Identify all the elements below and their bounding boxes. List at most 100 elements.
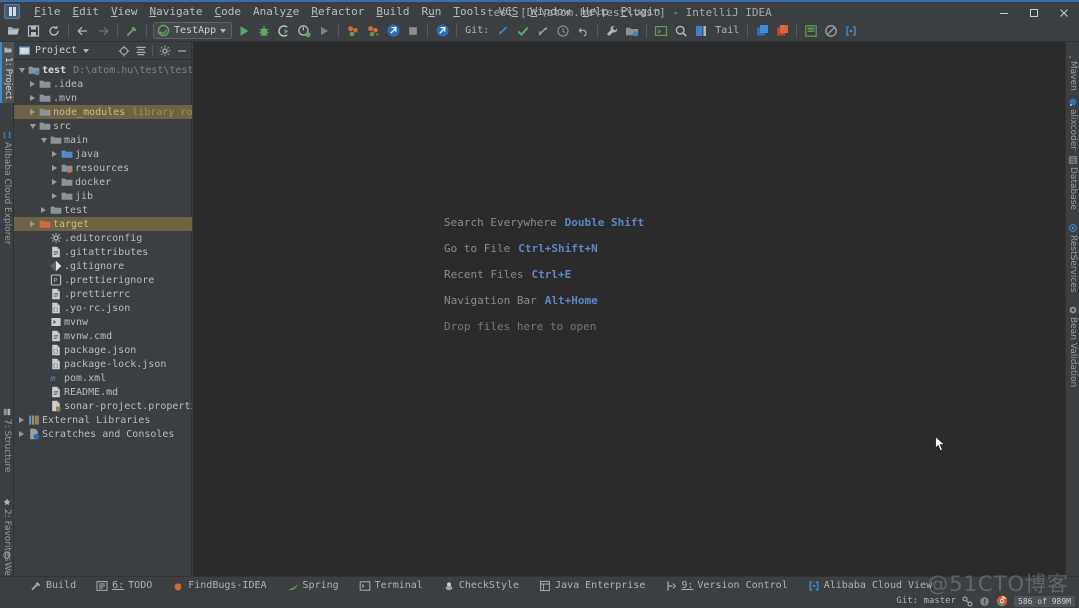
tree-node-src[interactable]: src xyxy=(14,119,192,133)
tree-toggle-collapsed-icon[interactable] xyxy=(49,147,60,161)
tree-toggle-collapsed-icon[interactable] xyxy=(38,203,49,217)
menu-item-view[interactable]: View xyxy=(105,4,144,19)
editor-area[interactable]: Search Everywhere Double Shift Go to File C… xyxy=(193,42,1065,582)
status-bar-item-version-control[interactable]: 9: Version Control xyxy=(655,580,797,592)
google-chrome-icon[interactable] xyxy=(996,595,1008,607)
status-bar-item-todo[interactable]: 6: TODO xyxy=(86,580,162,592)
disable-icon[interactable] xyxy=(821,21,841,41)
tree-node-jib[interactable]: jib xyxy=(14,189,192,203)
chevron-down-icon[interactable] xyxy=(220,28,227,33)
tree-toggle-collapsed-icon[interactable] xyxy=(49,175,60,189)
run-dashboard-icon[interactable] xyxy=(314,21,334,41)
status-bar-item-checkstyle[interactable]: CheckStyle xyxy=(433,580,529,592)
build-project-icon[interactable] xyxy=(343,21,363,41)
console-icon[interactable] xyxy=(841,21,861,41)
undo-hammer-icon[interactable] xyxy=(122,21,142,41)
menu-item-analyze[interactable]: Analyze xyxy=(247,4,305,19)
terminal-icon[interactable] xyxy=(651,21,671,41)
menu-item-edit[interactable]: Edit xyxy=(67,4,106,19)
stop-icon[interactable] xyxy=(403,21,423,41)
tree-node-readme-md[interactable]: README.md xyxy=(14,385,192,399)
background-tasks-icon[interactable] xyxy=(962,596,973,607)
tree-node-mvnw-cmd[interactable]: mvnw.cmd xyxy=(14,329,192,343)
tree-node-node-modules[interactable]: node_modules library root xyxy=(14,105,192,119)
sidebar-item-alibaba-cloud-explorer[interactable]: Alibaba Cloud Explorer xyxy=(0,127,14,249)
save-all-icon[interactable] xyxy=(24,21,44,41)
memory-indicator[interactable]: 586 of 989M xyxy=(1014,595,1075,607)
run-with-coverage-icon[interactable] xyxy=(274,21,294,41)
tree-node-mvnw[interactable]: mvnw xyxy=(14,315,192,329)
status-bar-item-spring[interactable]: Spring xyxy=(277,580,349,592)
tree-toggle-collapsed-icon[interactable] xyxy=(27,217,38,231)
tree-toggle-expanded-icon[interactable] xyxy=(38,133,49,147)
status-bar-item-terminal[interactable]: Terminal xyxy=(349,580,433,592)
tree-node-target[interactable]: target xyxy=(14,217,192,231)
project-structure-icon[interactable] xyxy=(622,21,642,41)
tree-toggle-collapsed-icon[interactable] xyxy=(16,413,27,427)
docker-red-icon[interactable] xyxy=(772,21,792,41)
alibaba-scan-icon[interactable] xyxy=(383,21,403,41)
tail-label[interactable]: Tail xyxy=(711,25,743,36)
project-tree[interactable]: test D:\atom.hu\test\test .idea .mvn node_mo… xyxy=(14,61,192,582)
chevron-down-icon[interactable] xyxy=(83,48,90,53)
status-bar-item-build[interactable]: Build xyxy=(20,580,86,592)
run-configuration-selector[interactable]: TestApp xyxy=(153,22,233,39)
sync-icon[interactable] xyxy=(44,21,64,41)
tree-node--editorconfig[interactable]: .editorconfig xyxy=(14,231,192,245)
tree-node-test[interactable]: test xyxy=(14,203,192,217)
commit-icon[interactable] xyxy=(513,21,533,41)
status-bar-item-alibaba-cloud-view[interactable]: Alibaba Cloud View xyxy=(798,580,942,592)
tree-toggle-collapsed-icon[interactable] xyxy=(27,91,38,105)
tree-node-pom-xml[interactable]: m pom.xml xyxy=(14,371,192,385)
docker-blue-icon[interactable] xyxy=(752,21,772,41)
settings-wrench-icon[interactable] xyxy=(602,21,622,41)
database-icon[interactable] xyxy=(801,21,821,41)
sidebar-item-structure[interactable]: 7: Structure xyxy=(0,404,14,477)
tree-node--idea[interactable]: .idea xyxy=(14,77,192,91)
tree-node--gitattributes[interactable]: .gitattributes xyxy=(14,245,192,259)
push-icon[interactable] xyxy=(533,21,553,41)
tree-toggle-expanded-icon[interactable] xyxy=(16,63,27,77)
tree-node-java[interactable]: java xyxy=(14,147,192,161)
tree-node--gitignore[interactable]: .gitignore xyxy=(14,259,192,273)
collapse-all-icon[interactable] xyxy=(133,43,148,58)
gear-icon[interactable] xyxy=(157,43,172,58)
profile-icon[interactable] xyxy=(294,21,314,41)
notifications-icon[interactable] xyxy=(979,596,990,607)
tree-node-sonar-project-properties[interactable]: sonar-project.properties xyxy=(14,399,192,413)
menu-item-code[interactable]: Code xyxy=(208,4,247,19)
sidebar-item-alixcoder[interactable]: aiX alixcoder xyxy=(1066,94,1079,154)
tree-node--prettierignore[interactable]: P .prettierignore xyxy=(14,273,192,287)
locate-target-icon[interactable] xyxy=(116,43,131,58)
hide-panel-icon[interactable] xyxy=(174,43,189,58)
tree-node-main[interactable]: main xyxy=(14,133,192,147)
tree-node-external-libraries[interactable]: External Libraries xyxy=(14,413,192,427)
tree-node--mvn[interactable]: .mvn xyxy=(14,91,192,105)
tree-node--prettierrc[interactable]: .prettierrc xyxy=(14,287,192,301)
tree-toggle-collapsed-icon[interactable] xyxy=(27,77,38,91)
tree-toggle-collapsed-icon[interactable] xyxy=(49,189,60,203)
tree-node--yo-rc-json[interactable]: {} .yo-rc.json xyxy=(14,301,192,315)
tree-node-resources[interactable]: resources xyxy=(14,161,192,175)
menu-item-file[interactable]: File xyxy=(28,4,67,19)
sidebar-item-rest-services[interactable]: RestServices xyxy=(1066,220,1079,297)
status-bar-item-findbugs-idea[interactable]: FindBugs-IDEA xyxy=(162,580,276,592)
tree-toggle-collapsed-icon[interactable] xyxy=(16,427,27,441)
menu-item-run[interactable]: Run xyxy=(415,4,447,19)
tree-node-package-lock-json[interactable]: {} package-lock.json xyxy=(14,357,192,371)
rebuild-project-icon[interactable] xyxy=(363,21,383,41)
sidebar-item-bean-validation[interactable]: Bean Validation xyxy=(1066,302,1079,391)
sidebar-item-maven[interactable]: m Maven xyxy=(1066,46,1079,95)
run-icon[interactable] xyxy=(234,21,254,41)
history-icon[interactable] xyxy=(553,21,573,41)
tree-toggle-collapsed-icon[interactable] xyxy=(27,105,38,119)
tree-toggle-collapsed-icon[interactable] xyxy=(49,161,60,175)
status-bar-item-java-enterprise[interactable]: Java Enterprise xyxy=(529,580,655,592)
git-branch-label[interactable]: Git: master xyxy=(896,596,956,606)
sidebar-item-database[interactable]: Database xyxy=(1066,152,1079,214)
menu-item-navigate[interactable]: Navigate xyxy=(144,4,209,19)
tree-node-test[interactable]: test D:\atom.hu\test\test xyxy=(14,63,192,77)
structure-icon[interactable] xyxy=(691,21,711,41)
code-inspect-icon[interactable] xyxy=(432,21,452,41)
update-project-icon[interactable] xyxy=(493,21,513,41)
